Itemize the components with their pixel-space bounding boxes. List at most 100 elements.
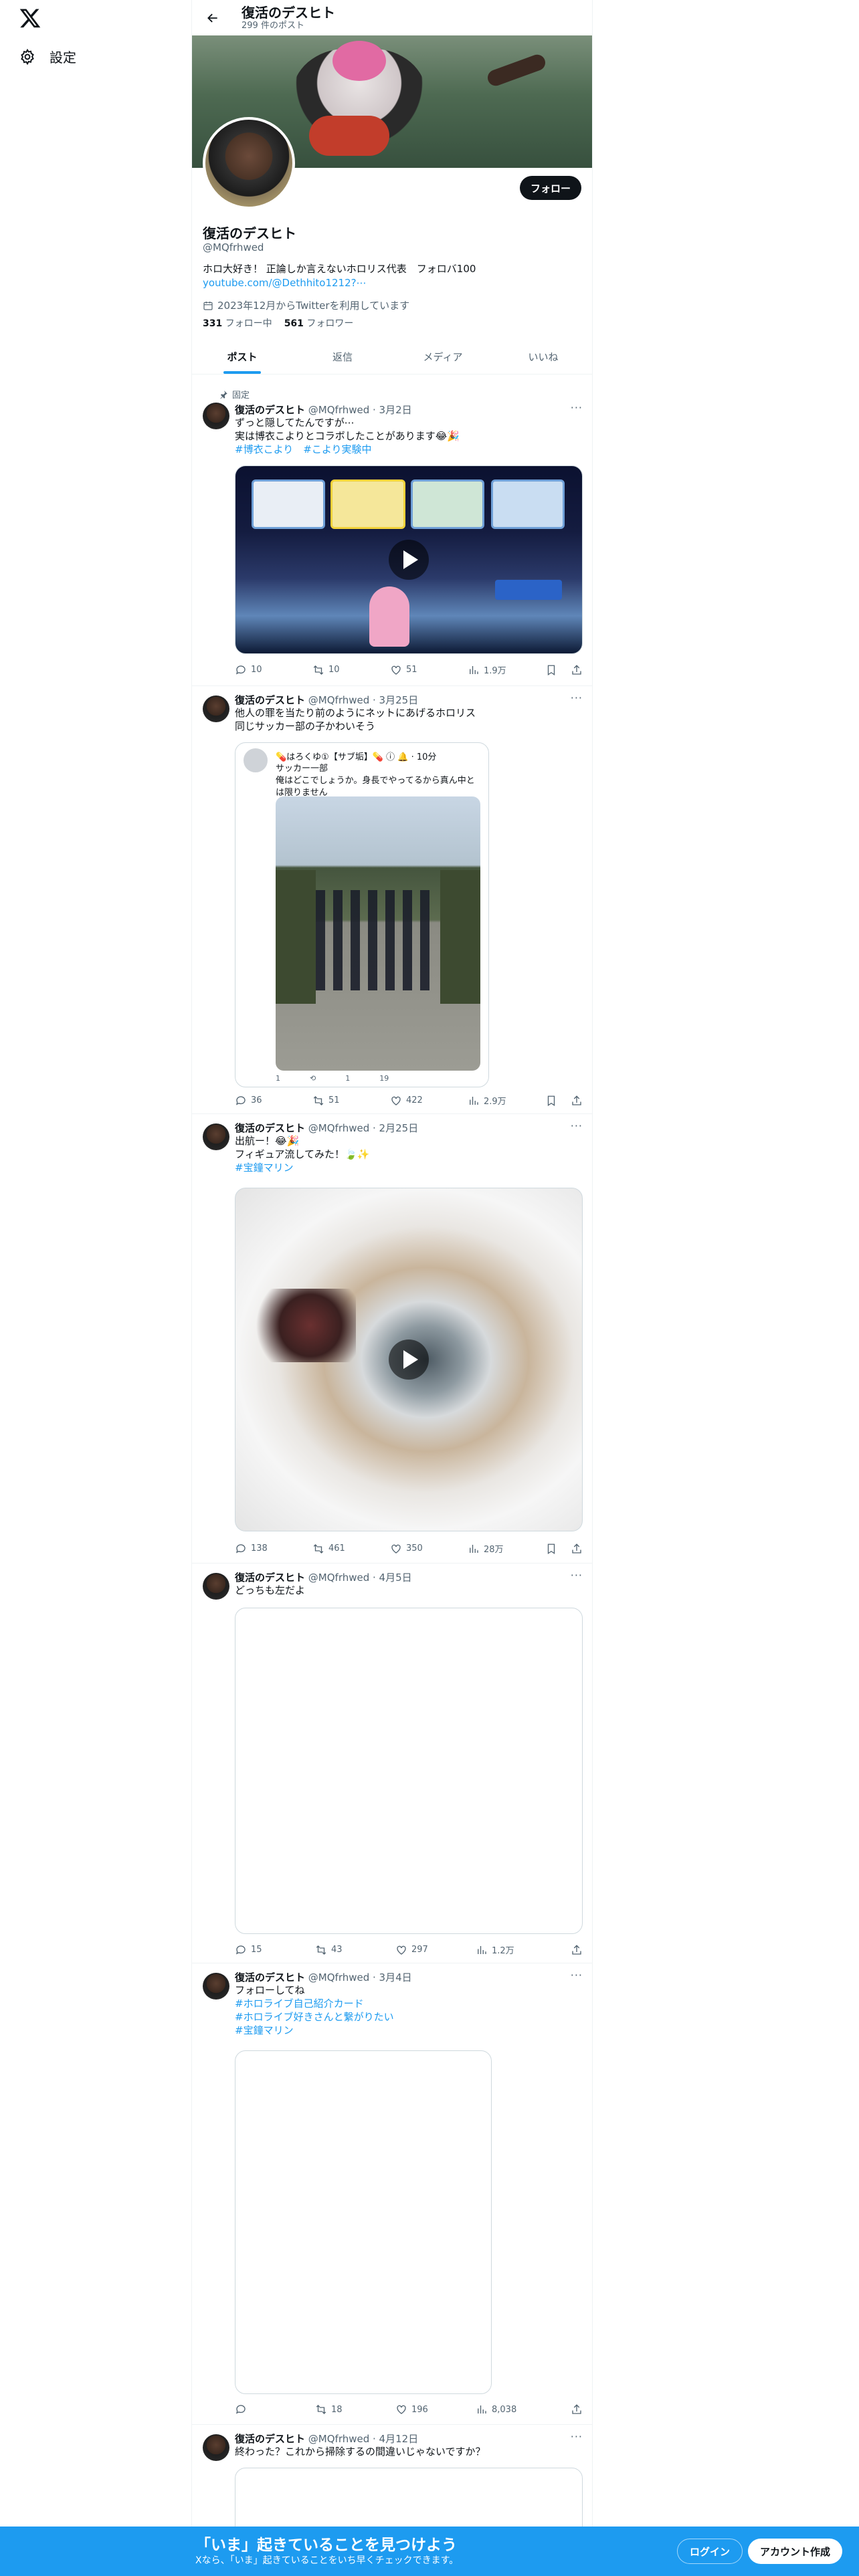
- like-button[interactable]: 350: [390, 1543, 468, 1555]
- tweet-avatar[interactable]: [203, 403, 229, 429]
- reply-count: 138: [251, 1543, 268, 1553]
- back-button[interactable]: [201, 7, 224, 29]
- tab-media[interactable]: メディア: [393, 339, 493, 374]
- reply-button[interactable]: 138: [235, 1543, 312, 1555]
- share-icon[interactable]: [571, 1944, 583, 1956]
- follow-button[interactable]: フォロー: [519, 176, 581, 200]
- tweet-hashtags[interactable]: #博衣こより #こより実験中: [235, 443, 583, 456]
- tweet-avatar[interactable]: [203, 695, 229, 722]
- like-button[interactable]: 196: [395, 2403, 476, 2416]
- video-thumbnail[interactable]: [235, 1188, 583, 1531]
- views-button[interactable]: 1.2万: [476, 1943, 556, 1956]
- share-icon[interactable]: [571, 664, 583, 676]
- tweet-author[interactable]: 復活のデスヒト: [235, 404, 305, 416]
- repost-button[interactable]: 10: [312, 664, 390, 676]
- prompt-title: 「いま」起きていることを見つけよう: [195, 2537, 457, 2554]
- repost-button[interactable]: 461: [312, 1543, 390, 1555]
- login-button[interactable]: ログイン: [677, 2539, 743, 2564]
- tweet[interactable]: 固定 復活のデスヒト @MQfrhwed · 3月2日 ··· ずっと隠してたん…: [192, 383, 592, 686]
- like-button[interactable]: 297: [395, 1944, 476, 1956]
- views-button[interactable]: 1.9万: [468, 663, 545, 676]
- video-thumbnail[interactable]: [235, 465, 583, 654]
- like-button[interactable]: 51: [390, 664, 468, 676]
- followers-link[interactable]: 561 フォロワー: [284, 316, 354, 330]
- tweet-hashtag[interactable]: #ホロライブ自己紹介カード: [235, 1997, 583, 2010]
- play-icon[interactable]: [389, 540, 429, 580]
- more-icon[interactable]: ···: [571, 691, 583, 704]
- views-button[interactable]: 2.9万: [468, 1094, 545, 1107]
- tweet-avatar[interactable]: [203, 1123, 229, 1150]
- tweet-author[interactable]: 復活のデスヒト: [235, 1122, 305, 1134]
- more-icon[interactable]: ···: [571, 2430, 583, 2443]
- bookmark-icon[interactable]: [545, 1095, 557, 1107]
- tweet-line: フィギュア流してみた！🍃✨: [235, 1148, 370, 1160]
- tweet-avatar[interactable]: [203, 1573, 229, 1600]
- more-icon[interactable]: ···: [571, 1569, 583, 1582]
- quote-image[interactable]: [276, 796, 480, 1071]
- tweet-hashtags[interactable]: #宝鐘マリン: [235, 1161, 583, 1174]
- tab-posts[interactable]: ポスト: [192, 339, 292, 374]
- tab-replies[interactable]: 返信: [292, 339, 393, 374]
- tweet-meta: @MQfrhwed · 4月12日: [308, 2433, 419, 2445]
- image-placeholder[interactable]: [235, 2050, 492, 2394]
- tweet[interactable]: 復活のデスヒト @MQfrhwed · 4月5日 ··· どっちも左だよ 15 …: [192, 1564, 592, 1963]
- profile-stats: 331 フォロー中 561 フォロワー: [203, 316, 353, 330]
- more-icon[interactable]: ···: [571, 401, 583, 414]
- tweet-avatar[interactable]: [203, 2434, 229, 2461]
- tweet-author[interactable]: 復活のデスヒト: [235, 1572, 305, 1584]
- tweet-hashtag[interactable]: #宝鐘マリン: [235, 2024, 583, 2037]
- pinned-indicator: 固定: [219, 388, 250, 401]
- tweet-actions: 18 196 8,038: [235, 2403, 583, 2416]
- tweet-author[interactable]: 復活のデスヒト: [235, 694, 305, 706]
- profile-link[interactable]: youtube.com/@Dethhito1212?⋯: [203, 277, 367, 289]
- quote-line: 俺はどこでしょうか。身長でやってるから真ん中と: [276, 776, 475, 786]
- heart-icon: [397, 1945, 406, 1955]
- repost-button[interactable]: 51: [312, 1095, 390, 1107]
- tweet[interactable]: 復活のデスヒト @MQfrhwed · 3月4日 ··· フォローしてね #ホロ…: [192, 1963, 592, 2425]
- share-icon[interactable]: [571, 1095, 583, 1107]
- bookmark-icon[interactable]: [545, 664, 557, 676]
- heart-icon: [391, 1096, 401, 1105]
- bookmark-icon[interactable]: [545, 1543, 557, 1555]
- page-title: 復活のデスヒト: [242, 4, 335, 21]
- tweet-author[interactable]: 復活のデスヒト: [235, 1971, 305, 1983]
- views-button[interactable]: 8,038: [476, 2403, 556, 2416]
- avatar[interactable]: [203, 117, 295, 209]
- share-icon[interactable]: [571, 1543, 583, 1555]
- tweet-avatar[interactable]: [203, 1973, 229, 2000]
- following-link[interactable]: 331 フォロー中: [203, 316, 272, 330]
- tweet-hashtag[interactable]: #ホロライブ好きさんと繋がりたい: [235, 2010, 583, 2024]
- tweet-text: 他人の罪を当たり前のようにネットにあげるホロリス 同じサッカー部の子かわいそう: [235, 706, 583, 733]
- more-icon[interactable]: ···: [571, 1119, 583, 1132]
- like-button[interactable]: 422: [390, 1095, 468, 1107]
- tab-likes[interactable]: いいね: [493, 339, 592, 374]
- profile-tabs: ポスト 返信 メディア いいね: [192, 339, 592, 374]
- repost-button[interactable]: 18: [315, 2403, 395, 2416]
- quoted-tweet[interactable]: 💊はろくゆ①【サブ垢】💊 ⓘ 🔔 · 10分 サッカー一部 俺はどこでしょうか。…: [235, 742, 489, 1087]
- quote-like-count: 1: [345, 1074, 351, 1083]
- reply-button[interactable]: 10: [235, 664, 312, 676]
- ui-panel: [495, 580, 562, 600]
- pinned-label: 固定: [232, 391, 250, 401]
- repost-button[interactable]: 43: [315, 1944, 395, 1956]
- tweet[interactable]: 復活のデスヒト @MQfrhwed · 3月25日 ··· 他人の罪を当たり前の…: [192, 686, 592, 1114]
- more-icon[interactable]: ···: [571, 1969, 583, 1981]
- repost-icon: [313, 1543, 324, 1553]
- x-logo-icon[interactable]: [19, 7, 41, 29]
- tweet-author[interactable]: 復活のデスヒト: [235, 2433, 305, 2445]
- play-icon[interactable]: [389, 1339, 429, 1380]
- post-count: 299 件のポスト: [242, 20, 304, 31]
- share-icon[interactable]: [571, 2403, 583, 2416]
- reply-button[interactable]: [235, 2403, 315, 2416]
- reply-icon: [235, 665, 246, 675]
- views-button[interactable]: 28万: [468, 1542, 545, 1555]
- gear-icon: [21, 48, 34, 65]
- views-icon: [470, 1544, 478, 1553]
- tweet[interactable]: 復活のデスヒト @MQfrhwed · 2月25日 ··· 出航ー！😂🎉 フィギ…: [192, 1114, 592, 1564]
- reply-button[interactable]: 15: [235, 1944, 315, 1956]
- reply-button[interactable]: 36: [235, 1095, 312, 1107]
- nav-settings[interactable]: 設定: [19, 47, 76, 66]
- image-placeholder[interactable]: [235, 1608, 583, 1934]
- followers-count: 561: [284, 318, 304, 329]
- signup-button[interactable]: アカウント作成: [748, 2539, 843, 2564]
